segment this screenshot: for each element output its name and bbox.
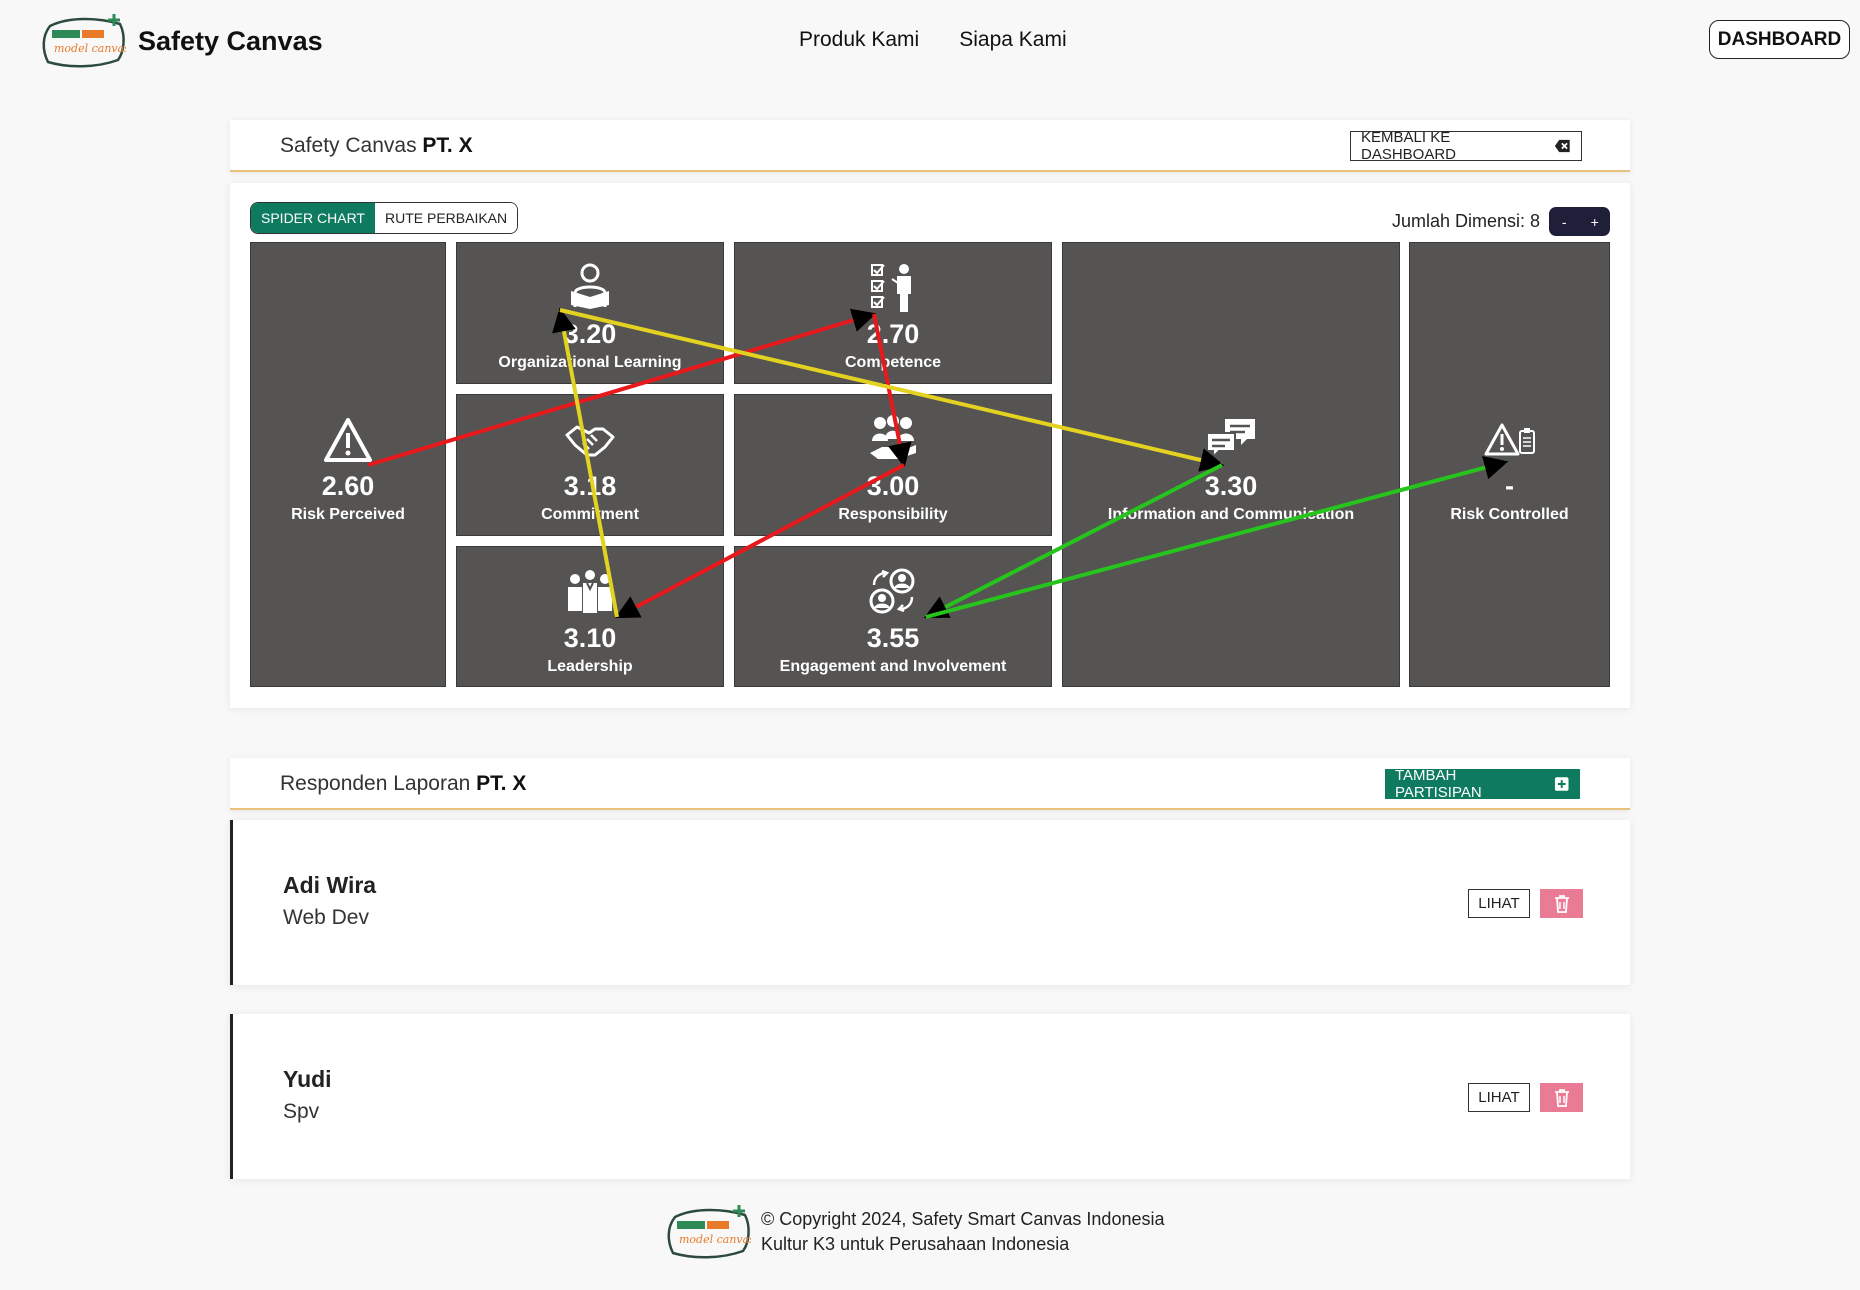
respondent-card: Yudi Spv LIHAT: [230, 1014, 1630, 1179]
tile-value: 3.20: [563, 319, 617, 349]
brand-name: Safety Canvas: [138, 25, 323, 56]
chat-bubbles-icon: [1206, 419, 1255, 459]
top-navbar: model canvas Safety Canvas Produk Kami S…: [0, 0, 1860, 84]
tile-responsibility[interactable]: 3.00 Responsibility: [734, 394, 1052, 536]
tile-label: Risk Perceived: [291, 506, 405, 523]
nav-produk-kami[interactable]: Produk Kami: [799, 28, 919, 52]
respondent-card: Adi Wira Web Dev LIHAT: [230, 820, 1630, 985]
add-participant-button[interactable]: TAMBAH PARTISIPAN: [1385, 767, 1580, 801]
delete-respondent-button[interactable]: [1540, 1083, 1583, 1112]
tile-value: 3.10: [563, 623, 617, 653]
backspace-icon: [1554, 139, 1570, 153]
respondent-role: Spv: [283, 1100, 320, 1123]
canvas-title-prefix: Safety Canvas: [280, 134, 417, 157]
tile-risk-perceived[interactable]: 2.60 Risk Perceived: [250, 242, 446, 687]
handshake-icon: [565, 425, 615, 457]
footer-copyright: © Copyright 2024, Safety Smart Canvas In…: [761, 1209, 1165, 1229]
dimension-decrease-button[interactable]: -: [1549, 207, 1580, 236]
canvas-title-company: PT. X: [422, 134, 473, 157]
tile-label: Organizational Learning: [498, 354, 682, 371]
leader-group-icon: [568, 570, 612, 613]
tile-value: 2.60: [321, 471, 375, 501]
respondent-role: Web Dev: [283, 906, 369, 929]
trash-icon: [1554, 1088, 1569, 1107]
tile-value: 3.18: [563, 471, 617, 501]
tile-risk-controlled[interactable]: - Risk Controlled: [1409, 242, 1610, 687]
respondent-name: Adi Wira: [283, 872, 377, 898]
footer: model canvas © Copyright 2024, Safety Sm…: [665, 1203, 1164, 1261]
checklist-presenter-icon: [871, 264, 911, 312]
tile-competence[interactable]: 2.70 Competence: [734, 242, 1052, 384]
footer-text: © Copyright 2024, Safety Smart Canvas In…: [761, 1207, 1164, 1257]
svg-text:model canvas: model canvas: [679, 1233, 751, 1246]
tab-spider-chart[interactable]: SPIDER CHART: [251, 203, 375, 233]
tab-rute-perbaikan[interactable]: RUTE PERBAIKAN: [374, 203, 518, 233]
respondents-title-prefix: Responden Laporan: [280, 772, 471, 795]
dashboard-button[interactable]: DASHBOARD: [1709, 20, 1850, 59]
delete-respondent-button[interactable]: [1540, 889, 1583, 918]
tile-label: Information and Communication: [1107, 506, 1355, 523]
tile-label: Responsibility: [838, 506, 948, 523]
tile-leadership[interactable]: 3.10 Leadership: [456, 546, 724, 687]
view-tabs: SPIDER CHART RUTE PERBAIKAN: [250, 202, 519, 234]
warning-clipboard-icon: [1484, 423, 1535, 456]
footer-tagline: Kultur K3 untuk Perusahaan Indonesia: [761, 1234, 1070, 1254]
back-to-dashboard-label: KEMBALI KE DASHBOARD: [1361, 129, 1457, 163]
respondent-name: Yudi: [283, 1066, 332, 1092]
safety-canvas-logo: model canvas: [42, 14, 126, 68]
canvas-card-header: Safety Canvas PT. X KEMBALI KE DASHBOARD: [230, 120, 1630, 172]
tile-value: -: [1505, 471, 1514, 501]
user-cycle-icon: [869, 568, 915, 614]
plus-square-icon: [1554, 777, 1569, 791]
respondents-title: Responden Laporan PT. X: [280, 772, 526, 796]
tile-label: Risk Controlled: [1450, 506, 1569, 523]
nav-siapa-kami[interactable]: Siapa Kami: [959, 28, 1066, 52]
back-to-dashboard-button[interactable]: KEMBALI KE DASHBOARD: [1350, 129, 1582, 163]
tile-value: 2.70: [866, 319, 920, 349]
tile-value: 3.00: [866, 471, 920, 501]
tile-information-and-communication[interactable]: 3.30 Information and Communication: [1062, 242, 1400, 687]
canvas-title: Safety Canvas PT. X: [280, 134, 473, 158]
tile-value: 3.30: [1204, 471, 1258, 501]
team-hand-icon: [870, 415, 916, 459]
brand[interactable]: model canvas Safety Canvas: [40, 12, 323, 70]
respondents-card-header: Responden Laporan PT. X TAMBAH PARTISIPA…: [230, 758, 1630, 810]
trash-icon: [1554, 894, 1569, 913]
safety-canvas-logo: model canvas: [667, 1205, 751, 1259]
dimension-stepper: - +: [1549, 207, 1610, 236]
tile-label: Leadership: [547, 658, 633, 675]
tile-organizational-learning[interactable]: 3.20 Organizational Learning: [456, 242, 724, 384]
view-respondent-button[interactable]: LIHAT: [1468, 889, 1530, 918]
add-participant-label: TAMBAH PARTISIPAN: [1395, 767, 1482, 801]
tile-engagement-and-involvement[interactable]: 3.55 Engagement and Involvement: [734, 546, 1052, 687]
svg-text:model canvas: model canvas: [54, 42, 126, 55]
tile-value: 3.55: [866, 623, 920, 653]
tile-commitment[interactable]: 3.18 Commitment: [456, 394, 724, 536]
view-respondent-button[interactable]: LIHAT: [1468, 1083, 1530, 1112]
dimension-increase-button[interactable]: +: [1580, 207, 1611, 236]
reading-person-icon: [571, 263, 609, 309]
dimension-count-label: Jumlah Dimensi: 8: [1391, 211, 1540, 231]
nav-links: Produk Kami Siapa Kami: [799, 28, 1067, 52]
respondents-title-company: PT. X: [476, 772, 527, 795]
tile-label: Commitment: [541, 506, 639, 523]
tile-label: Competence: [844, 354, 942, 371]
warning-icon: [324, 418, 372, 462]
tile-label: Engagement and Involvement: [779, 658, 1007, 675]
